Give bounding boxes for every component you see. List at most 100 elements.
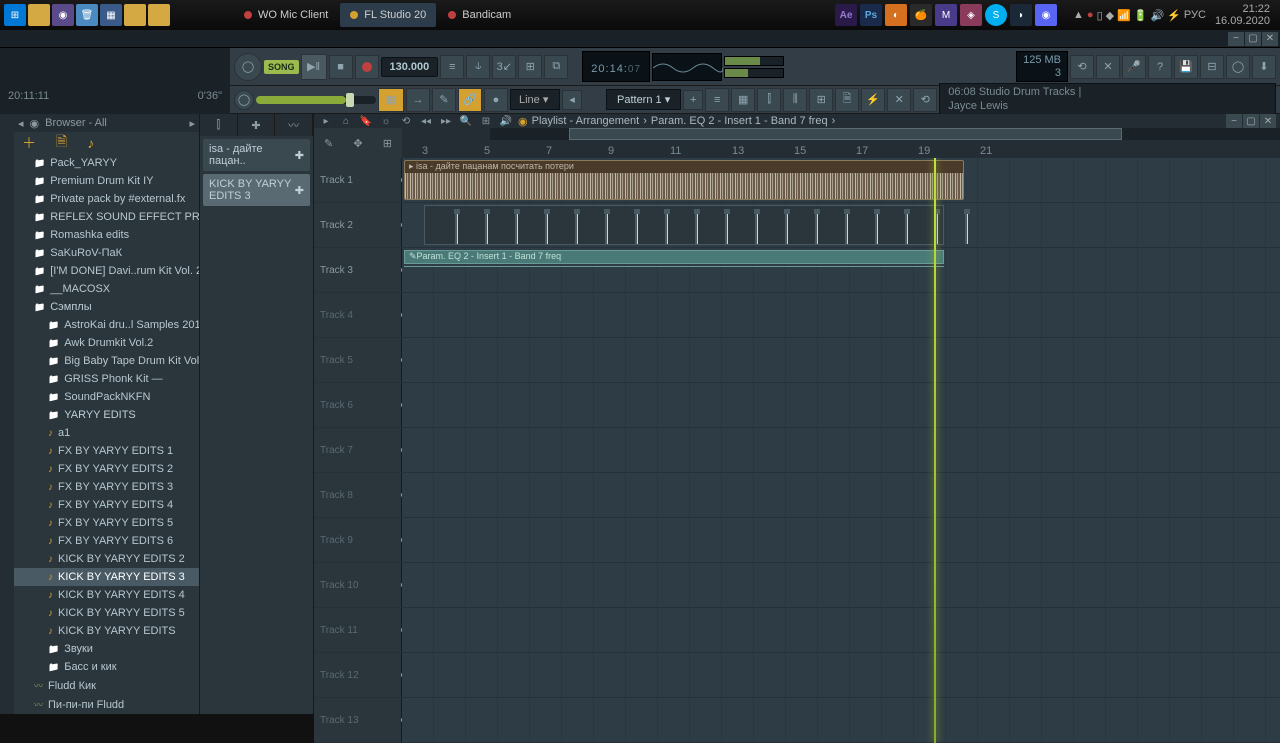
download-button[interactable]: ⬇ [1252, 55, 1276, 79]
browser-item[interactable]: FX BY YARYY EDITS 4 [14, 496, 199, 514]
volume-icon[interactable]: 🔊 [1151, 9, 1165, 22]
browser-item[interactable]: AstroKai dru..l Samples 2019 [14, 316, 199, 334]
tray-small-2[interactable]: ● [1087, 9, 1094, 21]
link-button[interactable]: 🔗 [458, 88, 482, 112]
pattern-button[interactable]: ▦ [378, 88, 404, 112]
view-tempo[interactable]: 🗎 [835, 88, 859, 112]
folder-icon-1[interactable] [124, 4, 146, 26]
browser-item[interactable]: FX BY YARYY EDITS 1 [14, 442, 199, 460]
arrow-button[interactable]: → [406, 88, 430, 112]
browser-item[interactable]: SaKuRoV-ПаК [14, 244, 199, 262]
steam-icon[interactable]: ◗ [1010, 4, 1032, 26]
pl-scroll-icon[interactable]: ⊞ [478, 114, 494, 128]
track-header[interactable]: Track 7 [314, 428, 402, 472]
track-header[interactable]: Track 9 [314, 518, 402, 562]
track-header[interactable]: Track 1 [314, 158, 402, 202]
pattern-selector[interactable]: Pattern 1 ▾ [606, 89, 681, 110]
add-icon[interactable]: ＋ [22, 133, 36, 153]
taskbar-app[interactable]: FL Studio 20 [340, 3, 436, 27]
pl-tag-icon[interactable]: 🔖 [358, 114, 374, 128]
browser-item[interactable]: KICK BY YARYY EDITS 3 [14, 568, 199, 586]
browser-fav-icon[interactable]: ♪ [87, 135, 94, 151]
time-display[interactable]: 20:14:07 [582, 51, 650, 82]
pl-minimize[interactable]: − [1226, 114, 1242, 128]
track-header[interactable]: Track 4 [314, 293, 402, 337]
browser-item[interactable]: REFLEX SOUND EFFECT PRO+ [14, 208, 199, 226]
track-lane[interactable] [402, 428, 1280, 472]
tool-zoom[interactable]: ⊞ [383, 137, 392, 150]
record-button[interactable] [355, 55, 379, 79]
tray-small-3[interactable]: ▯ [1097, 9, 1103, 22]
browser-item[interactable]: KICK BY YARYY EDITS 4 [14, 586, 199, 604]
track-header[interactable]: Track 13 [314, 698, 402, 742]
track-header[interactable]: Track 3 [314, 248, 402, 292]
view-pianoroll[interactable]: ⫿ [757, 88, 781, 112]
track-lane[interactable] [402, 473, 1280, 517]
folder-icon-2[interactable] [148, 4, 170, 26]
browser-item[interactable]: KICK BY YARYY EDITS [14, 622, 199, 640]
song-mode-button[interactable]: SONG [264, 60, 299, 74]
pattern-clip[interactable]: isa - дайте пацан..✚ [203, 139, 310, 171]
pattern-add[interactable]: + [683, 90, 703, 110]
tray-small-1[interactable]: ▲ [1073, 9, 1084, 21]
taskbar-app[interactable]: WO Mic Client [234, 3, 338, 27]
snap-prev[interactable]: ◂ [562, 90, 582, 110]
ae-icon[interactable]: Ae [835, 4, 857, 26]
browser-item[interactable]: FX BY YARYY EDITS 6 [14, 532, 199, 550]
track-lane[interactable] [402, 203, 1280, 247]
undo-button[interactable]: ⟲ [1070, 55, 1094, 79]
tray-icon-2[interactable]: ▦ [100, 4, 122, 26]
track-lane[interactable]: ▸ isa - дайте пацанам посчитать потери [402, 158, 1280, 202]
app-icon-m[interactable]: M [935, 4, 957, 26]
fl-icon[interactable]: 🍊 [910, 4, 932, 26]
track-lane[interactable]: ✎Param. EQ 2 - Insert 1 - Band 7 freq [402, 248, 1280, 292]
mic-button[interactable]: ● [484, 88, 508, 112]
browser-item[interactable]: FX BY YARYY EDITS 3 [14, 478, 199, 496]
track-lane[interactable] [402, 338, 1280, 382]
tray-small-6[interactable]: 🔋 [1134, 9, 1148, 22]
pl-prev-icon[interactable]: ◂◂ [418, 114, 434, 128]
export-button[interactable]: 💾 [1174, 55, 1198, 79]
browser-item[interactable]: Romashka edits [14, 226, 199, 244]
track-lane[interactable] [402, 563, 1280, 607]
countdown-icon[interactable]: ⊞ [518, 55, 542, 79]
waveform-button[interactable]: ⊟ [1200, 55, 1224, 79]
browser-item[interactable]: YARYY EDITS [14, 406, 199, 424]
browser-item[interactable]: Пи-пи-пи Fludd [14, 695, 199, 714]
network-icon[interactable]: ⚡ [1167, 9, 1181, 22]
view-close[interactable]: ✕ [887, 88, 911, 112]
skype-icon[interactable]: S [985, 4, 1007, 26]
cpu-meter[interactable]: 125 MB 3 [1016, 51, 1068, 81]
track-lane[interactable] [402, 293, 1280, 337]
view-undo[interactable]: ⟲ [913, 88, 937, 112]
browser-list[interactable]: Pack_YARYYPremium Drum Kit IYPrivate pac… [14, 154, 199, 714]
pattern-mode-icon[interactable]: ≡ [440, 55, 464, 79]
bpm-display[interactable]: 130.000 [381, 57, 439, 77]
metronome-icon[interactable]: ⫝ [466, 55, 490, 79]
pattern-clip[interactable]: KICK BY YARYY EDITS 3✚ [203, 174, 310, 206]
browser-item[interactable]: Private pack by #external.fx [14, 190, 199, 208]
browser-doc-icon[interactable]: 🗎 [56, 131, 67, 155]
clock[interactable]: 21:22 16.09.2020 [1209, 3, 1276, 27]
browser-item[interactable]: KICK BY YARYY EDITS 5 [14, 604, 199, 622]
view-stepseq[interactable]: ▦ [731, 88, 755, 112]
browser-header[interactable]: ◂ ◉ Browser - All ▸ [14, 114, 199, 132]
knob-1[interactable]: ◯ [234, 90, 254, 110]
snap-selector[interactable]: Line ▾ [510, 89, 560, 110]
track-header[interactable]: Track 8 [314, 473, 402, 517]
browser-item[interactable]: GRISS Phonk Kit — [14, 370, 199, 388]
close-button[interactable]: ✕ [1262, 32, 1278, 46]
track-header[interactable]: Track 12 [314, 653, 402, 697]
one-click-button[interactable]: ◯ [1226, 55, 1250, 79]
minimap[interactable] [490, 128, 1280, 140]
track-lane[interactable] [402, 608, 1280, 652]
pl-menu-icon[interactable]: ▸ [318, 114, 334, 128]
playhead[interactable] [934, 158, 936, 743]
recycle-bin-icon[interactable]: 🗑 [76, 4, 98, 26]
track-lane[interactable] [402, 653, 1280, 697]
automation-clip[interactable]: ✎Param. EQ 2 - Insert 1 - Band 7 freq [404, 250, 944, 264]
browser-item[interactable]: Сэмплы [14, 298, 199, 316]
ps-icon[interactable]: Ps [860, 4, 882, 26]
blend-icon[interactable]: ⧉ [544, 55, 568, 79]
browser-item[interactable]: Big Baby Tape Drum Kit Vol.1 [14, 352, 199, 370]
